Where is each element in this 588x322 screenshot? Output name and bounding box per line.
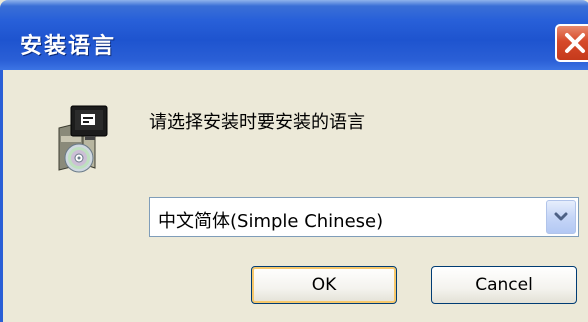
language-select-value: 中文简体(Simple Chinese): [158, 211, 384, 232]
language-prompt: 请选择安装时要安装的语言: [149, 112, 365, 133]
title-bar[interactable]: 安装语言: [0, 0, 588, 70]
language-select[interactable]: 中文简体(Simple Chinese): [149, 197, 579, 237]
chevron-down-icon: [554, 212, 568, 221]
dialog-body: 请选择安装时要安装的语言 中文简体(Simple Chinese) OK Can…: [0, 70, 588, 322]
cancel-button[interactable]: Cancel: [431, 266, 577, 304]
ok-button[interactable]: OK: [251, 266, 397, 304]
setup-installer-icon: [58, 105, 108, 173]
dropdown-button[interactable]: [546, 200, 576, 234]
close-icon: [565, 33, 585, 53]
language-dialog: 安装语言 请选择安装时要安装的语言 中文简体(Simple Chinese) O…: [0, 0, 588, 322]
close-button[interactable]: [555, 24, 588, 62]
window-title: 安装语言: [20, 34, 117, 59]
